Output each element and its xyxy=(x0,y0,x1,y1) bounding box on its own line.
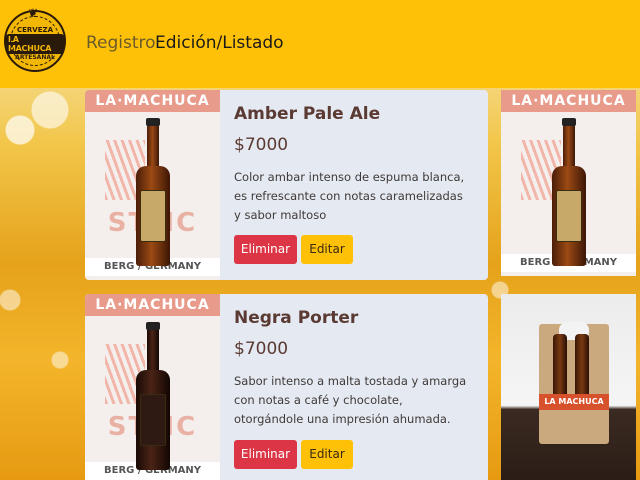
product-price: $7000 xyxy=(234,135,289,155)
logo-ring xyxy=(10,16,60,66)
photo-banner: LA·MACHUCA xyxy=(501,90,636,112)
edit-button[interactable]: Editar xyxy=(301,440,353,469)
product-description: Color ambar intenso de espuma blanca, es… xyxy=(234,170,465,222)
product-name: Amber Pale Ale xyxy=(234,104,381,124)
pack-label: LA MACHUCA xyxy=(539,394,609,410)
product-card: LA·MACHUCA STMC BERG / GERMANY Amber Pal… xyxy=(85,90,488,280)
delete-button[interactable]: Eliminar xyxy=(234,440,297,469)
product-name: Negra Porter xyxy=(234,308,359,328)
nav-link-registro[interactable]: Registro xyxy=(86,33,156,53)
product-image: LA·MACHUCA STMC BERG / GERMANY xyxy=(85,294,220,480)
product-description: Sabor intenso a malta tostada y amarga c… xyxy=(234,374,467,426)
edit-button[interactable]: Editar xyxy=(301,235,353,264)
six-pack-carrier: LA MACHUCA xyxy=(539,322,609,444)
delete-button[interactable]: Eliminar xyxy=(234,235,297,264)
photo-banner: LA·MACHUCA xyxy=(85,294,220,316)
side-pack-image: LA MACHUCA xyxy=(501,294,636,480)
product-card: LA·MACHUCA STMC BERG / GERMANY Negra Por… xyxy=(85,294,488,480)
side-product-image: LA·MACHUCA BERG / GERMANY xyxy=(501,90,636,276)
photo-banner: LA·MACHUCA xyxy=(85,90,220,112)
brand-logo[interactable]: ❦ CERVEZA LA MACHUCA ARTESANAL xyxy=(4,6,66,72)
product-image: LA·MACHUCA STMC BERG / GERMANY xyxy=(85,90,220,280)
beer-bottle xyxy=(551,118,586,266)
nav-link-edicion-listado[interactable]: Edición/Listado xyxy=(155,33,284,53)
navbar: ❦ CERVEZA LA MACHUCA ARTESANAL Registro … xyxy=(0,0,640,88)
product-price: $7000 xyxy=(234,339,289,359)
beer-bottle xyxy=(135,322,170,470)
beer-bottle xyxy=(135,118,170,266)
hops-icon: ❦ xyxy=(28,6,39,20)
